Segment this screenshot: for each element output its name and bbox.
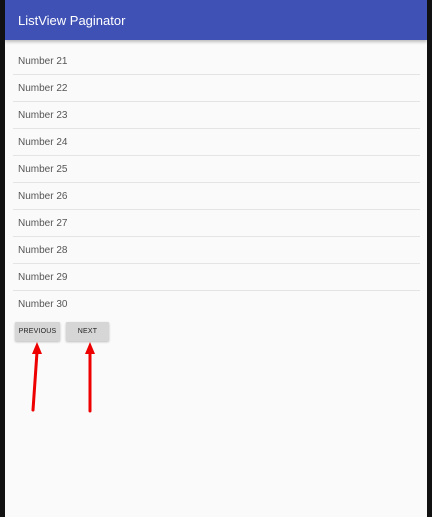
list-item[interactable]: Number 30	[13, 291, 420, 317]
list-item[interactable]: Number 22	[13, 75, 420, 102]
arrow-head	[85, 342, 95, 354]
list-item[interactable]: Number 26	[13, 183, 420, 210]
list-item[interactable]: Number 29	[13, 264, 420, 291]
list-item[interactable]: Number 23	[13, 102, 420, 129]
number-list[interactable]: Number 21 Number 22 Number 23 Number 24 …	[13, 48, 420, 317]
app-bar: ListView Paginator	[5, 0, 427, 40]
list-item[interactable]: Number 27	[13, 210, 420, 237]
previous-button[interactable]: PREVIOUS	[15, 322, 60, 341]
arrow-shaft	[31, 350, 39, 412]
list-item[interactable]: Number 21	[13, 48, 420, 75]
next-button[interactable]: NEXT	[66, 322, 109, 341]
app-screen: ListView Paginator Number 21 Number 22 N…	[5, 0, 427, 517]
previous-arrow-annotation	[31, 342, 42, 412]
list-item[interactable]: Number 28	[13, 237, 420, 264]
pagination-controls: PREVIOUS NEXT	[15, 322, 109, 341]
app-title: ListView Paginator	[18, 12, 126, 28]
list-item[interactable]: Number 25	[13, 156, 420, 183]
list-item[interactable]: Number 24	[13, 129, 420, 156]
arrow-head	[32, 342, 42, 354]
next-arrow-annotation	[85, 342, 95, 413]
